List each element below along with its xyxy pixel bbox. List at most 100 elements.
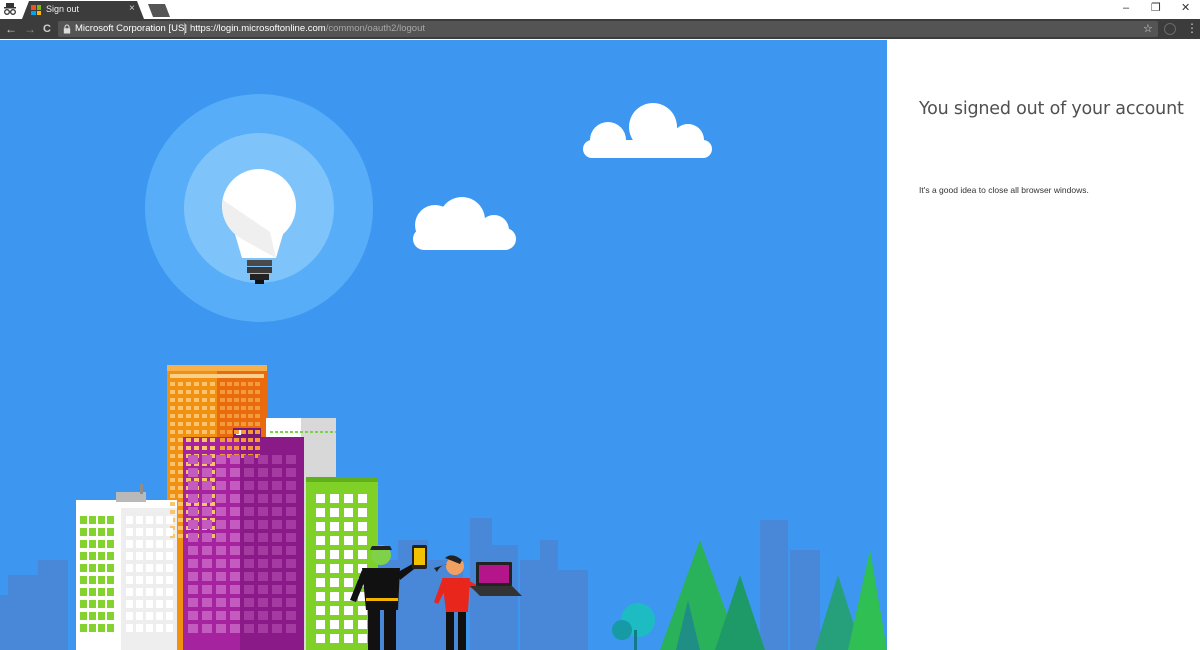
window <box>230 624 240 633</box>
window <box>170 430 175 434</box>
window <box>89 600 96 608</box>
window <box>178 478 183 482</box>
window <box>126 516 133 524</box>
new-tab-button[interactable] <box>148 4 170 17</box>
window <box>234 414 239 418</box>
window <box>258 468 268 477</box>
cloud-icon <box>583 103 712 158</box>
window <box>272 585 282 594</box>
window <box>258 507 268 516</box>
window <box>202 507 212 516</box>
window <box>170 502 175 506</box>
window <box>156 564 163 572</box>
window <box>166 540 173 548</box>
window <box>286 494 296 503</box>
window <box>136 540 143 548</box>
back-button[interactable]: ← <box>4 22 18 36</box>
forward-button[interactable]: → <box>23 22 37 36</box>
reload-button[interactable]: C <box>40 22 54 36</box>
window <box>80 564 87 572</box>
microsoft-logo-icon <box>31 5 41 15</box>
restore-button[interactable]: ❐ <box>1151 1 1161 15</box>
window <box>210 438 215 442</box>
window <box>316 536 325 545</box>
window <box>194 430 199 434</box>
window <box>227 414 232 418</box>
window <box>107 576 114 584</box>
window <box>98 564 105 572</box>
window <box>230 507 240 516</box>
window <box>202 572 212 581</box>
window <box>227 438 232 442</box>
extension-icon[interactable] <box>1164 23 1176 35</box>
window <box>227 398 232 402</box>
window <box>358 606 367 615</box>
window <box>330 564 339 573</box>
bookmark-star-icon[interactable]: ☆ <box>1143 22 1153 35</box>
window <box>230 533 240 542</box>
incognito-icon <box>4 3 16 15</box>
window <box>188 572 198 581</box>
window <box>210 390 215 394</box>
window <box>248 422 253 426</box>
window <box>258 494 268 503</box>
window <box>216 598 226 607</box>
window <box>170 390 175 394</box>
window <box>316 578 325 587</box>
city-skyline-illustration <box>0 94 887 650</box>
window <box>241 390 246 394</box>
window <box>194 446 199 450</box>
window <box>316 606 325 615</box>
window <box>255 446 260 450</box>
tab-sign-out[interactable]: Sign out × <box>22 1 144 19</box>
close-window-button[interactable]: ✕ <box>1181 1 1190 15</box>
window <box>194 382 199 386</box>
window <box>166 624 173 632</box>
window <box>156 576 163 584</box>
window <box>188 481 198 490</box>
window <box>210 398 215 402</box>
window <box>202 494 212 503</box>
browser-menu-icon[interactable]: ⋮ <box>1186 21 1198 35</box>
window <box>248 430 253 434</box>
window <box>244 559 254 568</box>
window <box>227 406 232 410</box>
minimize-button[interactable]: – <box>1123 1 1129 15</box>
window <box>126 528 133 536</box>
window <box>80 576 87 584</box>
window <box>210 382 215 386</box>
window <box>98 540 105 548</box>
window <box>230 598 240 607</box>
window <box>216 624 226 633</box>
window <box>316 494 325 503</box>
window <box>286 520 296 529</box>
window <box>126 564 133 572</box>
window <box>216 572 226 581</box>
window <box>286 624 296 633</box>
window <box>178 414 183 418</box>
window <box>107 624 114 632</box>
window <box>330 536 339 545</box>
window <box>98 576 105 584</box>
window <box>330 578 339 587</box>
window <box>178 470 183 474</box>
window <box>244 611 254 620</box>
site-identity-label: Microsoft Corporation [US] <box>75 23 187 34</box>
window <box>286 585 296 594</box>
window <box>146 588 153 596</box>
window <box>186 398 191 402</box>
window <box>136 516 143 524</box>
window <box>220 422 225 426</box>
tab-close-icon[interactable]: × <box>129 3 135 15</box>
window <box>272 598 282 607</box>
window <box>170 398 175 402</box>
window <box>170 478 175 482</box>
window <box>244 507 254 516</box>
window <box>344 494 353 503</box>
window <box>202 438 207 442</box>
window <box>210 422 215 426</box>
window <box>156 600 163 608</box>
window <box>241 430 246 434</box>
address-bar[interactable]: Microsoft Corporation [US] https://login… <box>58 21 1158 37</box>
window <box>188 533 198 542</box>
